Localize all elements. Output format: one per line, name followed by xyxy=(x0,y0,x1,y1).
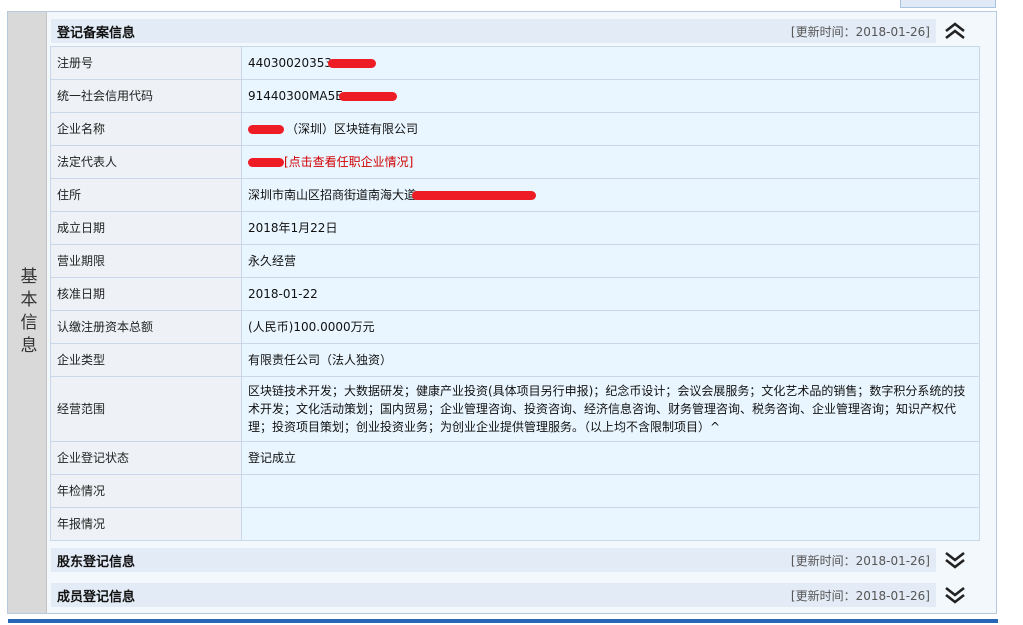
side-label-text: 基本信息 xyxy=(16,266,37,359)
redaction-mark xyxy=(412,191,537,200)
row-label: 统一社会信用代码 xyxy=(50,79,242,113)
row-label: 核准日期 xyxy=(50,277,242,311)
row-label: 年报情况 xyxy=(50,507,242,541)
credit-code: 91440300MA5E xyxy=(248,89,343,103)
row-label: 法定代表人 xyxy=(50,145,242,179)
row-value: 深圳市南山区招商街道南海大道 xyxy=(241,178,980,212)
table-row: 成立日期 2018年1月22日 xyxy=(50,211,980,245)
row-label: 营业期限 xyxy=(50,244,242,278)
registration-section-header: 登记备案信息 [更新时间：2018-01-26] xyxy=(51,19,936,43)
redaction-mark xyxy=(338,92,397,101)
address: 深圳市南山区招商街道南海大道 xyxy=(248,188,417,202)
business-term: 永久经营 xyxy=(241,244,980,278)
table-row: 经营范围 区块链技术开发；大数据研发；健康产业投资(具体项目另行申报)；纪念币设… xyxy=(50,376,980,442)
row-label: 企业登记状态 xyxy=(50,441,242,475)
top-tab[interactable] xyxy=(900,0,996,8)
row-label: 经营范围 xyxy=(50,376,242,442)
annual-inspection xyxy=(241,474,980,508)
redaction-mark xyxy=(248,125,284,134)
row-value: [点击查看任职企业情况] xyxy=(241,145,980,179)
business-scope: 区块链技术开发；大数据研发；健康产业投资(具体项目另行申报)；纪念币设计；会议会… xyxy=(241,376,980,442)
chevron-double-down-icon xyxy=(945,586,965,604)
table-row: 企业类型 有限责任公司（法人独资） xyxy=(50,343,980,377)
member-updated-time: [更新时间：2018-01-26] xyxy=(790,588,930,603)
table-row: 统一社会信用代码 91440300MA5E xyxy=(50,79,980,113)
approval-date: 2018-01-22 xyxy=(241,277,980,311)
registration-status: 登记成立 xyxy=(241,441,980,475)
table-row: 年报情况 xyxy=(50,507,980,541)
company-name: （深圳）区块链有限公司 xyxy=(286,122,419,136)
table-row: 企业登记状态 登记成立 xyxy=(50,441,980,475)
row-label: 认缴注册资本总额 xyxy=(50,310,242,344)
registration-section-title: 登记备案信息 xyxy=(57,25,136,41)
top-edge xyxy=(0,0,1023,8)
table-row: 营业期限 永久经营 xyxy=(50,244,980,278)
collapse-registration-button[interactable] xyxy=(940,19,970,43)
annual-report xyxy=(241,507,980,541)
redaction-mark xyxy=(248,158,284,167)
redaction-mark xyxy=(327,59,376,68)
table-row: 住所 深圳市南山区招商街道南海大道 xyxy=(50,178,980,212)
table-row: 认缴注册资本总额 (人民币)100.0000万元 xyxy=(50,310,980,344)
chevron-double-down-icon xyxy=(945,551,965,569)
row-label: 企业类型 xyxy=(50,343,242,377)
table-row: 注册号 44030020353 xyxy=(50,46,980,80)
row-label: 成立日期 xyxy=(50,211,242,245)
establishment-date: 2018年1月22日 xyxy=(241,211,980,245)
view-positions-link[interactable]: [点击查看任职企业情况] xyxy=(284,155,413,169)
basic-info-side-label: 基本信息 xyxy=(8,12,47,613)
table-row: 年检情况 xyxy=(50,474,980,508)
expand-shareholder-button[interactable] xyxy=(940,548,970,572)
member-section-title: 成员登记信息 xyxy=(57,589,136,605)
row-label: 住所 xyxy=(50,178,242,212)
row-label: 企业名称 xyxy=(50,112,242,146)
row-value: 44030020353 xyxy=(241,46,980,80)
row-label: 注册号 xyxy=(50,46,242,80)
registration-updated-time: [更新时间：2018-01-26] xyxy=(790,24,930,39)
row-label: 年检情况 xyxy=(50,474,242,508)
chevron-double-up-icon xyxy=(945,22,965,40)
shareholder-updated-time: [更新时间：2018-01-26] xyxy=(790,553,930,568)
shareholder-section-title: 股东登记信息 xyxy=(57,554,136,570)
table-row: 企业名称 （深圳）区块链有限公司 xyxy=(50,112,980,146)
shareholder-section-header[interactable]: 股东登记信息 [更新时间：2018-01-26] xyxy=(51,548,936,572)
expand-member-button[interactable] xyxy=(940,583,970,607)
registration-number: 44030020353 xyxy=(248,56,332,70)
registration-info-table: 注册号 44030020353 统一社会信用代码 91440300MA5E 企业… xyxy=(50,46,980,541)
registered-capital: (人民币)100.0000万元 xyxy=(241,310,980,344)
row-value: 91440300MA5E xyxy=(241,79,980,113)
member-section-header[interactable]: 成员登记信息 [更新时间：2018-01-26] xyxy=(51,583,936,607)
table-row: 核准日期 2018-01-22 xyxy=(50,277,980,311)
company-type: 有限责任公司（法人独资） xyxy=(241,343,980,377)
row-value: （深圳）区块链有限公司 xyxy=(241,112,980,146)
table-row: 法定代表人 [点击查看任职企业情况] xyxy=(50,145,980,179)
bottom-bar xyxy=(8,619,998,623)
